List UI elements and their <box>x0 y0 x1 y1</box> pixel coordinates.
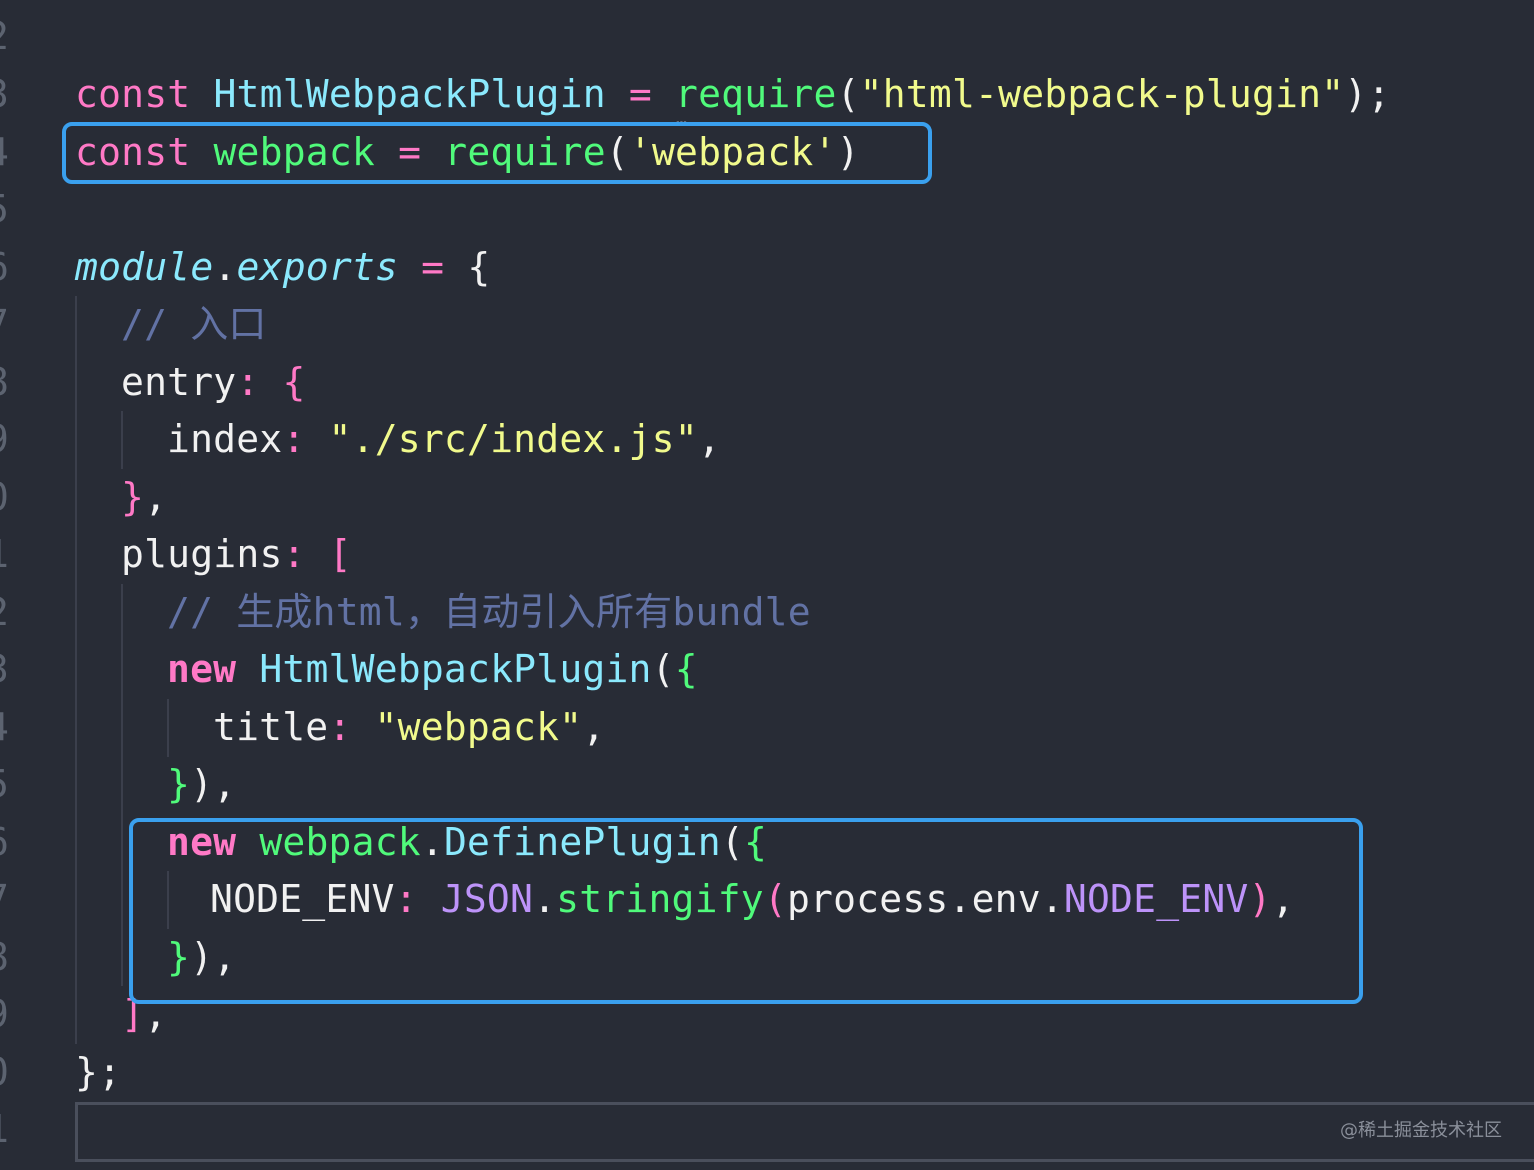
line-number: 8 <box>0 929 16 986</box>
line-number: 4 <box>0 699 16 756</box>
comma: , <box>582 705 606 749</box>
line-number: 4 <box>0 124 16 181</box>
property-key: plugins <box>121 532 283 576</box>
line-number: 2 <box>0 584 16 641</box>
code-line-13: new HtmlWebpackPlugin({ <box>167 641 698 698</box>
indent-guide <box>75 296 77 1044</box>
code-line-20: }; <box>75 1044 121 1101</box>
comma: , <box>697 417 721 461</box>
keyword: const <box>75 72 191 116</box>
indent-guide <box>167 699 169 757</box>
brace: } <box>121 475 145 519</box>
line-number: 3 <box>0 66 16 123</box>
line-number: 5 <box>0 756 16 813</box>
colon: : <box>236 360 260 404</box>
brace: } <box>167 762 191 806</box>
class-name: HtmlWebpackPlugin <box>259 647 652 691</box>
code-editor[interactable]: 2 3 4 5 6 7 8 9 0 1 2 3 4 5 6 7 8 9 0 1 … <box>0 0 1534 1170</box>
code-line-8: entry: { <box>121 354 306 411</box>
highlight-box-define-plugin <box>129 818 1363 1004</box>
code-line-7: // 入口 <box>121 296 267 353</box>
property-key: entry <box>121 360 237 404</box>
line-number: 7 <box>0 296 16 353</box>
line-number: 0 <box>0 469 16 526</box>
comment: // 入口 <box>121 302 267 346</box>
line-number: 9 <box>0 986 16 1043</box>
code-line-14: title: "webpack", <box>213 699 605 756</box>
keyword: new <box>167 647 237 691</box>
code-line-12: // 生成html，自动引入所有bundle <box>167 584 811 641</box>
colon: : <box>282 417 306 461</box>
brace: { <box>674 647 698 691</box>
brace: { <box>467 245 491 289</box>
brace: { <box>282 360 306 404</box>
line-number: 8 <box>0 354 16 411</box>
string: "webpack" <box>374 705 583 749</box>
brace: }; <box>75 1050 122 1094</box>
paren: ( <box>651 647 675 691</box>
comma: , <box>213 762 237 806</box>
code-line-6: module.exports = { <box>75 239 490 296</box>
line-number: 5 <box>0 181 16 238</box>
bracket: [ <box>328 532 352 576</box>
comma: , <box>144 475 168 519</box>
property-key: title <box>213 705 329 749</box>
paren: ) <box>190 762 214 806</box>
string: "./src/index.js" <box>328 417 698 461</box>
line-number: 6 <box>0 814 16 871</box>
line-number: 3 <box>0 641 16 698</box>
function-name: require <box>675 72 837 116</box>
line-number: 6 <box>0 239 16 296</box>
string: "html-webpack-plugin" <box>859 72 1345 116</box>
line-number: 2 <box>0 8 16 65</box>
object-name: module <box>75 245 214 289</box>
punctuation: . <box>213 245 237 289</box>
colon: : <box>328 705 352 749</box>
code-line-11: plugins: [ <box>121 526 352 583</box>
punctuation: ); <box>1344 72 1391 116</box>
code-line-10: }, <box>121 469 167 526</box>
code-line-15: }), <box>167 756 236 813</box>
colon: : <box>282 532 306 576</box>
identifier: HtmlWebpackPlugin <box>213 72 606 116</box>
line-number: 9 <box>0 411 16 468</box>
line-number: 7 <box>0 871 16 928</box>
comment: // 生成html，自动引入所有bundle <box>167 590 811 634</box>
punctuation: ( <box>836 72 860 116</box>
property-key: index <box>167 417 283 461</box>
operator: = <box>628 72 652 116</box>
watermark: @稀土掘金技术社区 <box>1340 1120 1502 1141</box>
line-number: 1 <box>0 1101 16 1158</box>
highlight-box-webpack-require <box>62 122 932 184</box>
indent-guide <box>121 411 123 469</box>
code-line-9: index: "./src/index.js", <box>167 411 721 468</box>
property-name: exports <box>236 245 399 289</box>
line-number: 1 <box>0 526 16 583</box>
line-number: 0 <box>0 1044 16 1101</box>
operator: = <box>421 245 445 289</box>
code-line-3: const HtmlWebpackPlugin = require("html-… <box>75 66 1390 123</box>
current-line-box[interactable] <box>75 1102 1534 1162</box>
indent-guide <box>121 584 123 986</box>
